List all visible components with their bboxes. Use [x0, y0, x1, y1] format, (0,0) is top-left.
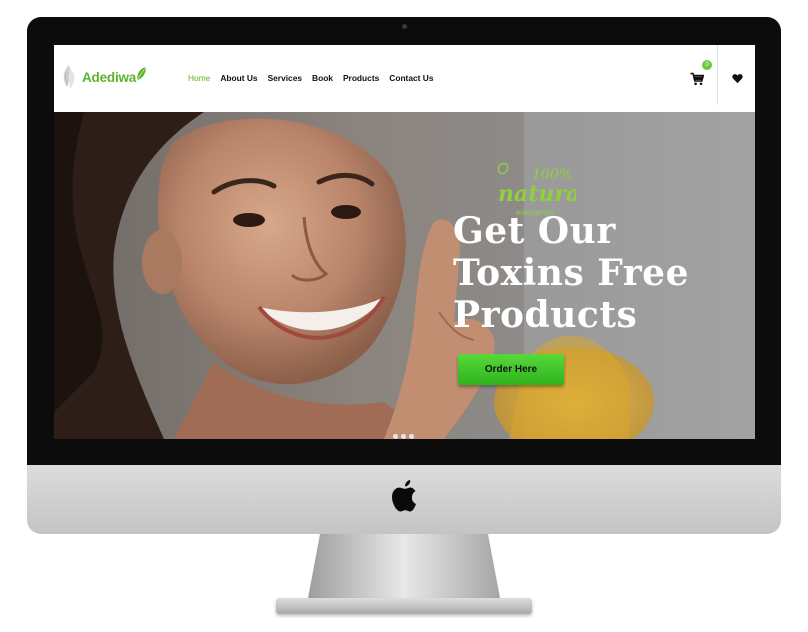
shopping-cart-icon[interactable] — [690, 72, 704, 86]
main-navigation: Home About Us Services Book Products Contact … — [188, 73, 434, 83]
hero-banner: 100% natural elements Get Our Toxins Fre… — [54, 112, 755, 439]
monitor-stand — [308, 534, 500, 598]
brand-logo[interactable]: Adediwa — [60, 63, 147, 91]
leaf-logo-icon — [63, 65, 75, 89]
apple-icon — [392, 480, 416, 512]
order-here-button[interactable]: Order Here — [458, 354, 564, 385]
cart-count-badge: 0 — [702, 60, 712, 70]
nav-item-about-us[interactable]: About Us — [220, 73, 257, 83]
slide-dot-1[interactable] — [393, 434, 398, 439]
monitor-base — [276, 598, 532, 614]
headline-line-3: Products — [453, 294, 638, 336]
brand-name: Adediwa — [82, 69, 137, 85]
slide-dot-3[interactable] — [409, 434, 414, 439]
slider-pagination — [393, 434, 414, 439]
nav-item-book[interactable]: Book — [312, 73, 333, 83]
nav-item-services[interactable]: Services — [268, 73, 302, 83]
nav-item-home[interactable]: Home — [188, 73, 210, 83]
nav-item-products[interactable]: Products — [343, 73, 379, 83]
heart-icon[interactable] — [732, 73, 743, 84]
headline-line-1: Get Our — [453, 210, 616, 252]
nav-item-contact-us[interactable]: Contact Us — [389, 73, 433, 83]
badge-word: natural — [498, 181, 576, 207]
site-header: Adediwa Home About Us Services Book Products… — [54, 45, 755, 112]
leaf-accent-icon — [136, 66, 147, 81]
headline-line-2: Toxins Free — [453, 252, 689, 294]
hero-headline: Get Our Toxins Free Products — [453, 210, 753, 336]
browser-screen: Adediwa Home About Us Services Book Products… — [54, 45, 755, 439]
camera-icon — [402, 24, 407, 29]
slide-dot-2[interactable] — [401, 434, 406, 439]
header-divider — [717, 45, 718, 105]
